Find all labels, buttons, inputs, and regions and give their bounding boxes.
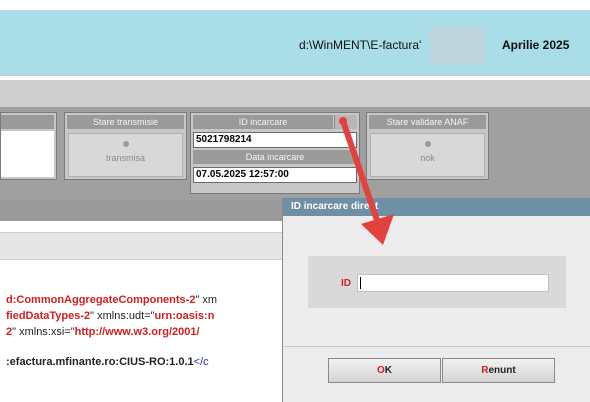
red-arrow-icon <box>339 117 394 245</box>
